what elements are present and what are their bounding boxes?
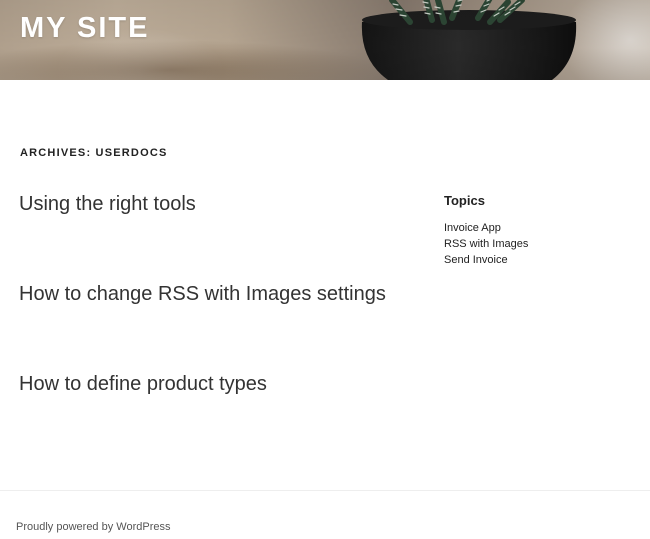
site-header: MY SITE [0,0,650,80]
sidebar-item-link[interactable]: Send Invoice [444,254,508,266]
post-title-link[interactable]: How to change RSS with Images settings [19,282,386,306]
sidebar-widget-title: Topics [444,193,485,208]
post-title-link[interactable]: How to define product types [19,372,267,396]
sidebar-item-send-invoice: Send Invoice [444,252,528,268]
sidebar-item-invoice-app: Invoice App [444,220,528,236]
footer-credit-link[interactable]: Proudly powered by WordPress [16,520,170,534]
footer-divider [0,490,650,491]
sidebar-topics-list: Invoice App RSS with Images Send Invoice [444,220,528,268]
archive-title: ARCHIVES: USERDOCS [20,147,168,159]
site-title-link[interactable]: MY SITE [20,12,150,44]
sidebar-item-link[interactable]: Invoice App [444,222,501,234]
post-title-link[interactable]: Using the right tools [19,192,196,216]
sidebar-item-rss-with-images: RSS with Images [444,236,528,252]
page: MY SITE ARCHIVES: USERDOCS Using the rig… [0,0,650,539]
sidebar-item-link[interactable]: RSS with Images [444,238,528,250]
